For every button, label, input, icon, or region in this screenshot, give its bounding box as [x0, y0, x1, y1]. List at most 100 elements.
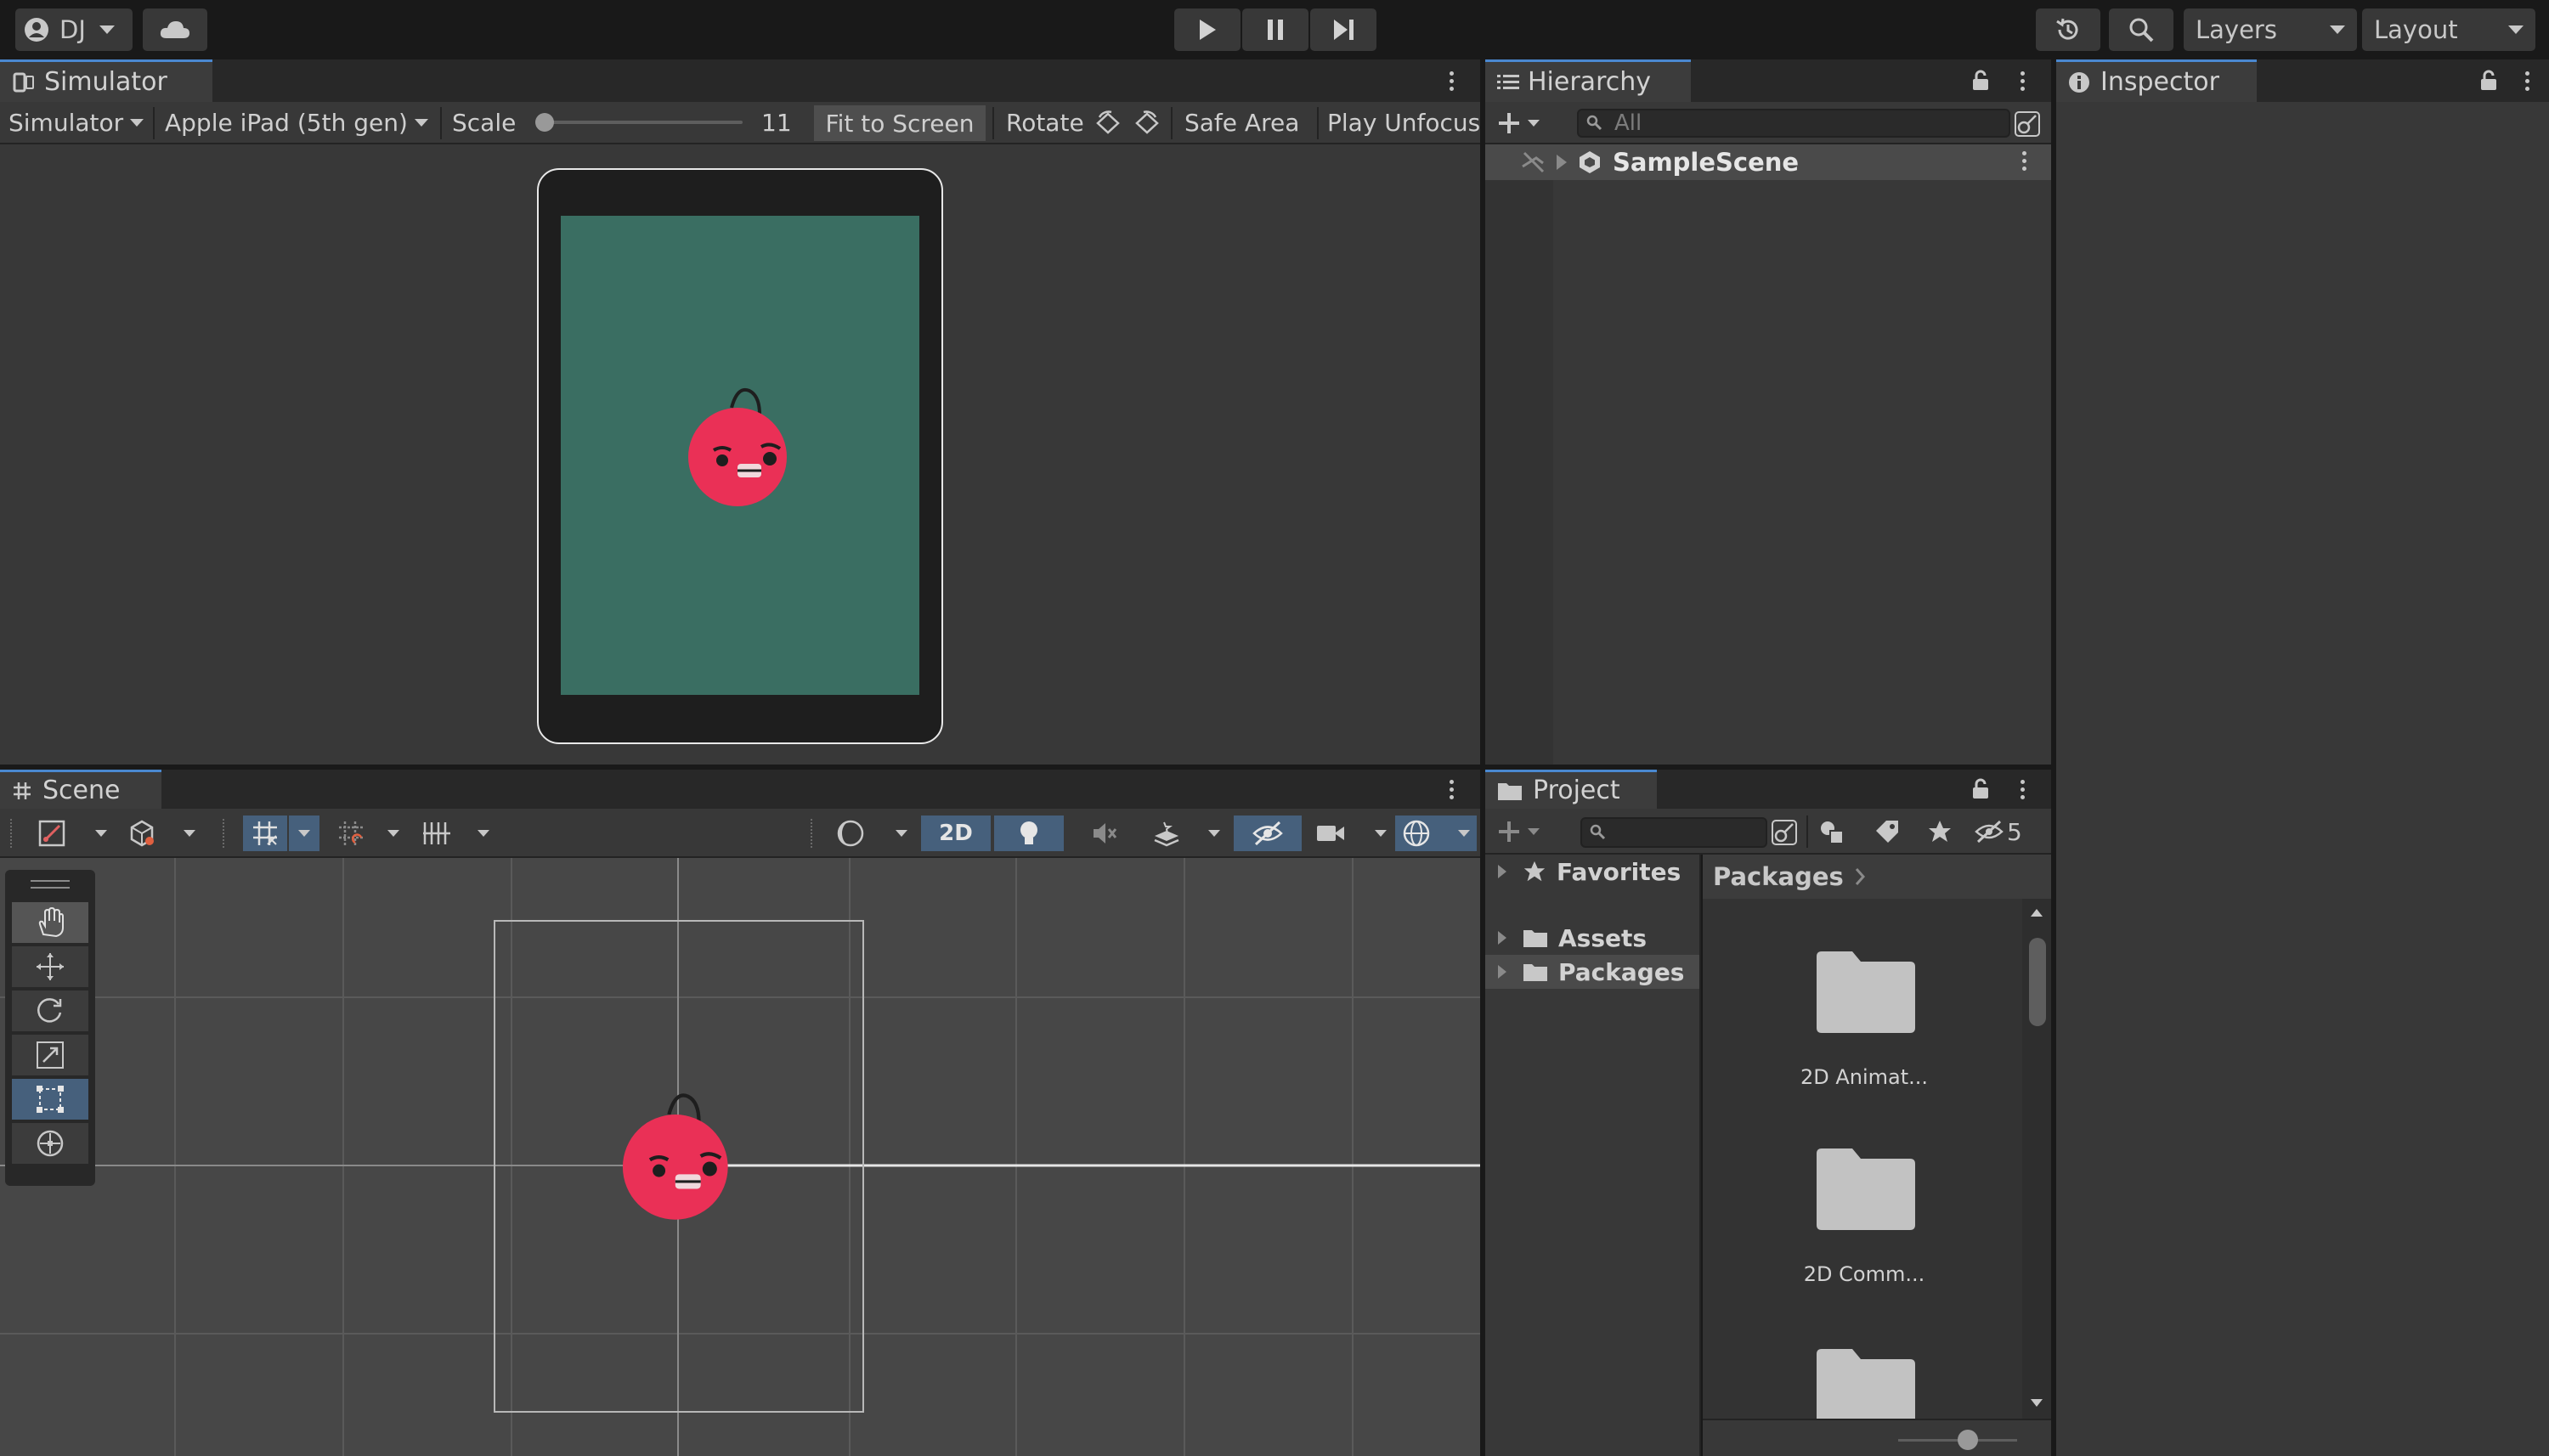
tab-inspector[interactable]: Inspector [2056, 59, 2257, 102]
scene-view[interactable] [0, 858, 1480, 1456]
scale-slider-thumb[interactable] [535, 113, 554, 132]
top-toolbar: DJ Layers Layout [0, 0, 2549, 59]
bird-gameobject[interactable] [619, 1087, 738, 1227]
more-options-icon[interactable] [1450, 780, 1455, 803]
cloud-button[interactable] [143, 8, 207, 51]
rotate-tool-button[interactable] [12, 990, 88, 1031]
hierarchy-toolbar: All [1485, 102, 2051, 144]
create-dropdown[interactable] [1497, 109, 1553, 138]
hierarchy-search-input[interactable]: All [1577, 109, 2010, 138]
more-options-icon[interactable] [1450, 71, 1455, 94]
tree-item-assets[interactable]: Assets [1485, 921, 1699, 955]
scene-visibility-icon[interactable] [1521, 151, 1546, 173]
history-button[interactable] [2036, 8, 2100, 51]
lock-icon[interactable] [2479, 70, 2498, 92]
gizmo-context-dropdown[interactable] [121, 815, 202, 851]
favorite-star-icon[interactable] [1927, 819, 1953, 844]
more-options-icon[interactable] [2525, 71, 2530, 94]
effects-layers-icon [1152, 819, 1181, 848]
tab-simulator-label: Simulator [44, 67, 167, 97]
increment-snap-dropdown[interactable] [331, 815, 404, 851]
device-label: Apple iPad (5th gen) [165, 108, 408, 137]
device-dropdown[interactable]: Apple iPad (5th gen) [165, 102, 428, 143]
fit-to-screen-button[interactable]: Fit to Screen [814, 105, 986, 141]
scale-icon [35, 1040, 65, 1070]
grid-snapping-dropdown[interactable] [289, 815, 319, 851]
vertical-scrollbar[interactable] [2022, 899, 2051, 1419]
draw-mode-dropdown[interactable] [31, 815, 114, 851]
tab-simulator[interactable]: Simulator [0, 59, 212, 102]
play-unfocused-toggle[interactable]: Play Unfocuse [1327, 102, 1480, 143]
lock-icon[interactable] [1971, 70, 1990, 92]
divider [1171, 107, 1173, 139]
tree-label-favorites: Favorites [1557, 857, 1681, 886]
tree-item-favorites[interactable]: Favorites [1485, 855, 1699, 889]
step-button[interactable] [1310, 8, 1376, 51]
search-mode-icon[interactable] [2014, 110, 2041, 138]
scene-row[interactable]: SampleScene [1485, 144, 2051, 180]
more-options-icon[interactable] [2021, 780, 2026, 803]
layers-dropdown[interactable]: Layers [2184, 8, 2357, 51]
tab-hierarchy[interactable]: Hierarchy [1485, 59, 1691, 102]
play-icon [1197, 19, 1218, 41]
rotate-right-icon[interactable] [1133, 110, 1161, 136]
simulator-tabstrip: Simulator [0, 59, 1480, 102]
project-create-dropdown[interactable] [1497, 817, 1553, 846]
rotate-left-icon[interactable] [1094, 110, 1122, 136]
project-search-input[interactable] [1580, 817, 1767, 848]
more-options-icon[interactable] [2022, 150, 2027, 174]
more-options-icon[interactable] [2021, 71, 2026, 94]
layout-dropdown[interactable]: Layout [2362, 8, 2535, 51]
safe-area-label: Safe Area [1184, 108, 1300, 137]
search-mode-icon[interactable] [1771, 819, 1798, 846]
folder-item[interactable]: 2D Comm... [1771, 1137, 1958, 1306]
folder-item[interactable] [1771, 1337, 1958, 1419]
icon-size-slider[interactable] [1898, 1430, 2017, 1450]
toolbar-grip [10, 819, 15, 848]
search-by-label-icon[interactable] [1874, 819, 1900, 844]
scale-slider[interactable] [535, 113, 743, 132]
hidden-packages-toggle[interactable]: 5 [1975, 817, 2022, 846]
grid-visibility-dropdown[interactable] [416, 815, 495, 851]
folder-item[interactable]: 2D Animat... [1771, 940, 1958, 1109]
search-by-type-icon[interactable] [1818, 819, 1845, 846]
tab-project[interactable]: Project [1485, 770, 1657, 809]
audio-toggle[interactable] [1071, 815, 1139, 851]
scroll-down-icon[interactable] [2029, 1398, 2044, 1408]
2d-mode-button[interactable]: 2D [921, 815, 991, 851]
simulator-mode-dropdown[interactable]: Simulator [8, 102, 144, 143]
scroll-up-icon[interactable] [2029, 907, 2044, 917]
grid-snapping-button[interactable] [243, 815, 287, 851]
gizmos-dropdown[interactable] [1395, 815, 1477, 851]
rect-tool-button[interactable] [12, 1079, 88, 1120]
icon-size-slider-thumb[interactable] [1958, 1430, 1978, 1450]
move-tool-button[interactable] [12, 946, 88, 987]
pause-button[interactable] [1242, 8, 1308, 51]
chevron-down-icon [414, 118, 428, 127]
account-dropdown[interactable]: DJ [15, 8, 133, 51]
tab-scene[interactable]: Scene [0, 770, 161, 809]
transform-tool-button[interactable] [12, 1123, 88, 1164]
effects-dropdown[interactable] [1145, 815, 1227, 851]
expand-arrow-icon[interactable] [1553, 153, 1570, 172]
play-button[interactable] [1174, 8, 1241, 51]
plus-icon [1497, 111, 1521, 135]
lighting-toggle[interactable] [994, 815, 1064, 851]
breadcrumb-packages[interactable]: Packages [1713, 862, 1844, 891]
overlay-grip[interactable] [31, 880, 70, 889]
folder-icon [1523, 928, 1548, 948]
scrollbar-thumb[interactable] [2029, 938, 2046, 1026]
hand-tool-button[interactable] [12, 902, 88, 943]
shading-mode-dropdown[interactable] [829, 815, 914, 851]
search-button[interactable] [2109, 8, 2173, 51]
lock-icon[interactable] [1971, 778, 1990, 800]
chevron-down-icon [1375, 830, 1387, 837]
camera-dropdown[interactable] [1308, 815, 1393, 851]
scene-visibility-toggle[interactable] [1234, 815, 1302, 851]
scale-tool-button[interactable] [12, 1035, 88, 1075]
tree-item-packages[interactable]: Packages [1485, 955, 1699, 989]
list-icon [1497, 73, 1519, 92]
safe-area-button[interactable]: Safe Area [1184, 102, 1299, 143]
simulator-window-icon [12, 71, 36, 93]
device-screen[interactable] [561, 216, 919, 695]
